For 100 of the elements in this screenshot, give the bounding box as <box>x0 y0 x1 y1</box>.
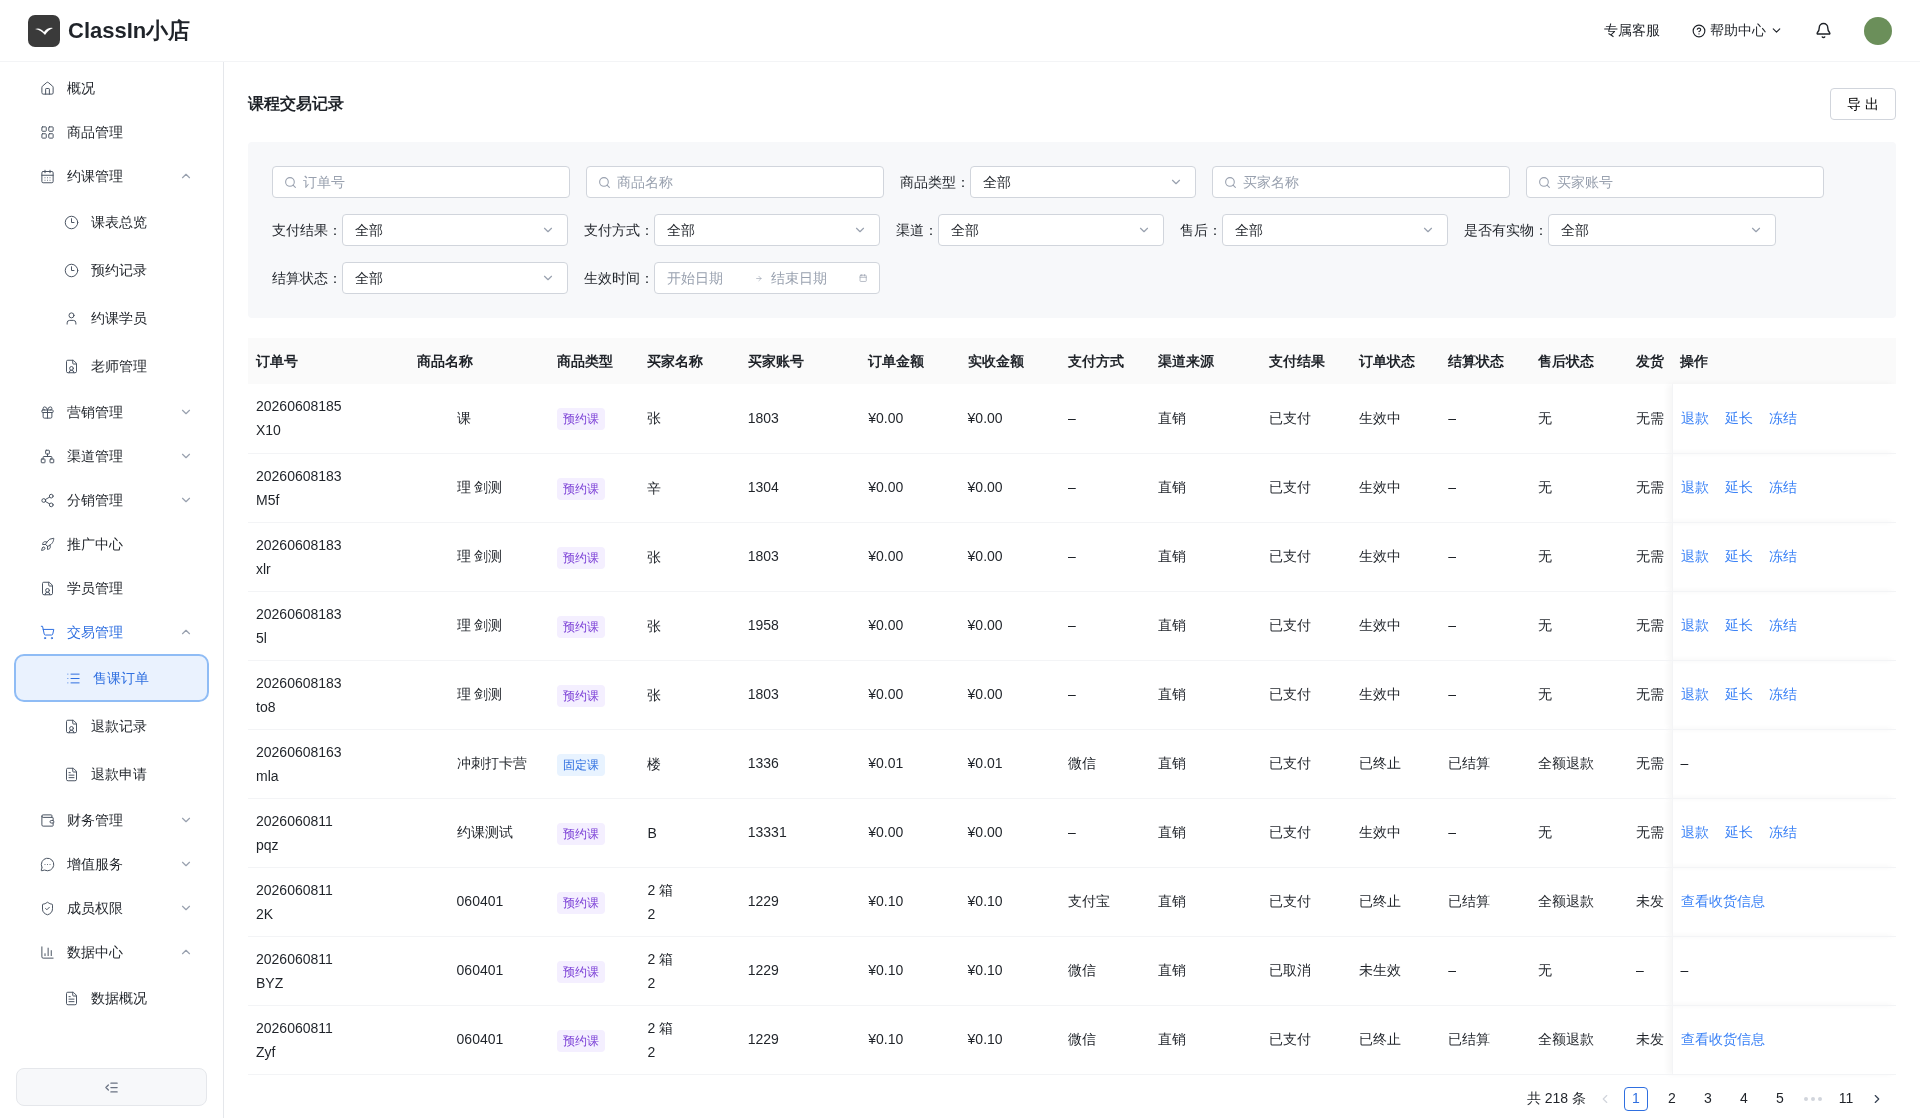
table-cell: 直销 <box>1150 522 1261 591</box>
action-link[interactable]: 延长 <box>1724 684 1753 705</box>
sidebar-item[interactable]: 增值服务 <box>0 842 223 886</box>
sidebar-subitem[interactable]: 老师管理 <box>0 342 223 390</box>
sidebar-item[interactable]: 分销管理 <box>0 478 223 522</box>
action-link[interactable]: 查看收货信息 <box>1680 1029 1765 1050</box>
table-cell: 2 箱 2 <box>639 867 740 936</box>
select-field[interactable]: 全部 <box>342 262 568 294</box>
select-field[interactable]: 全部 <box>342 214 568 246</box>
sidebar-subitem[interactable]: 退款申请 <box>0 750 223 798</box>
sidebar-item[interactable]: 概况 <box>0 66 223 110</box>
page-button[interactable]: 4 <box>1732 1086 1756 1111</box>
table-cell: ¥0.10 <box>860 867 960 936</box>
select-field[interactable]: 全部 <box>654 214 880 246</box>
action-link[interactable]: 延长 <box>1724 546 1753 567</box>
table-cell: 1958 <box>739 591 861 660</box>
table-cell: ¥0.00 <box>860 522 960 591</box>
sidebar-subitem[interactable]: 退款记录 <box>0 702 223 750</box>
table-cell: 无需 <box>1627 798 1673 867</box>
action-link[interactable]: 延长 <box>1724 822 1753 843</box>
table-cell: 已结算 <box>1440 867 1530 936</box>
sidebar-item[interactable]: 约课管理 <box>0 154 223 198</box>
table-cell: 未生效 <box>1350 936 1441 1005</box>
filter-label: 是否有实物： <box>1464 220 1548 240</box>
date-range-field[interactable]: 开始日期 结束日期 <box>654 262 880 294</box>
action-link[interactable]: 冻结 <box>1768 477 1797 498</box>
sidebar-subitem[interactable]: 预约记录 <box>0 246 223 294</box>
sidebar-item[interactable]: 财务管理 <box>0 798 223 842</box>
page-button[interactable]: 3 <box>1696 1086 1720 1111</box>
page-button[interactable]: 1 <box>1624 1086 1648 1111</box>
search-field[interactable]: 买家名称 <box>1212 166 1510 198</box>
action-link[interactable]: 冻结 <box>1768 684 1797 705</box>
page-button[interactable]: 5 <box>1768 1086 1792 1111</box>
sidebar-subitem[interactable]: 售课订单 <box>14 654 209 702</box>
export-button[interactable]: 导 出 <box>1830 88 1896 120</box>
help-center-link[interactable]: 帮助中心 <box>1710 20 1766 41</box>
action-link[interactable]: 冻结 <box>1768 546 1797 567</box>
action-link[interactable]: 退款 <box>1680 615 1709 636</box>
product-type-tag: 预约课 <box>557 684 606 707</box>
column-header: 发货 <box>1627 338 1673 384</box>
table-cell: 无 <box>1529 798 1628 867</box>
clock-icon <box>64 214 79 230</box>
sidebar-item[interactable]: 渠道管理 <box>0 434 223 478</box>
table-cell-text: – <box>1680 961 1689 980</box>
action-link[interactable]: 冻结 <box>1768 615 1797 636</box>
action-link[interactable]: 延长 <box>1724 615 1753 636</box>
cart-icon <box>40 624 55 640</box>
table-cell: 张 <box>639 660 740 729</box>
action-link[interactable]: 延长 <box>1724 477 1753 498</box>
select-field[interactable]: 全部 <box>1222 214 1448 246</box>
action-link[interactable]: 退款 <box>1680 684 1709 705</box>
sidebar-item[interactable]: 营销管理 <box>0 390 223 434</box>
sidebar-item[interactable]: 学员管理 <box>0 566 223 610</box>
table-cell: – <box>1627 936 1673 1005</box>
sidebar-subitem[interactable]: 数据概况 <box>0 974 223 1022</box>
select-field[interactable]: 全部 <box>1548 214 1776 246</box>
select-field[interactable]: 全部 <box>970 166 1196 198</box>
table-cell: 课 <box>408 384 550 453</box>
avatar[interactable] <box>1864 16 1892 45</box>
table-cell: – <box>1440 384 1530 453</box>
page-button[interactable]: 2 <box>1660 1086 1684 1111</box>
sidebar-item[interactable]: 数据中心 <box>0 930 223 974</box>
end-date-field[interactable]: 结束日期 <box>770 267 851 289</box>
table-cell: 2 箱 2 <box>639 936 740 1005</box>
search-field[interactable]: 订单号 <box>272 166 570 198</box>
customer-service-link[interactable]: 专属客服 <box>1604 20 1660 41</box>
bell-icon[interactable] <box>1815 22 1832 39</box>
table-cell: – <box>1440 936 1530 1005</box>
sidebar-item[interactable]: 推广中心 <box>0 522 223 566</box>
help-icon[interactable] <box>1692 23 1706 38</box>
table-cell: 已支付 <box>1260 522 1351 591</box>
action-link[interactable]: 查看收货信息 <box>1680 891 1765 912</box>
table-cell: 已支付 <box>1260 867 1351 936</box>
table-cell: 生效中 <box>1350 798 1441 867</box>
table-cell: 无需 <box>1627 591 1673 660</box>
action-link[interactable]: 退款 <box>1680 822 1709 843</box>
table-cell: 直销 <box>1150 660 1261 729</box>
sidebar-item[interactable]: 商品管理 <box>0 110 223 154</box>
page-button[interactable]: 11 <box>1834 1086 1858 1111</box>
start-date-field[interactable]: 开始日期 <box>667 267 747 289</box>
select-field[interactable]: 全部 <box>938 214 1164 246</box>
search-field[interactable]: 买家账号 <box>1526 166 1824 198</box>
action-link[interactable]: 延长 <box>1724 407 1753 429</box>
search-field[interactable]: 商品名称 <box>586 166 884 198</box>
table-cell: 20260608163 mla <box>248 729 409 798</box>
action-link[interactable]: 冻结 <box>1768 407 1797 429</box>
action-link[interactable]: 退款 <box>1680 546 1709 567</box>
ellipsis-icon[interactable] <box>1804 1096 1822 1101</box>
table-cell: 已终止 <box>1350 1005 1441 1074</box>
action-link[interactable]: 冻结 <box>1768 822 1797 843</box>
action-link[interactable]: 退款 <box>1680 407 1709 429</box>
sidebar-item[interactable]: 交易管理 <box>0 610 223 654</box>
action-link[interactable]: 退款 <box>1680 477 1709 498</box>
calendar-icon <box>858 271 867 285</box>
sidebar-subitem[interactable]: 约课学员 <box>0 294 223 342</box>
sidebar-subitem[interactable]: 课表总览 <box>0 198 223 246</box>
sidebar-item[interactable]: 成员权限 <box>0 886 223 930</box>
table-cell: ¥0.00 <box>959 660 1060 729</box>
table-cell: – <box>1059 798 1151 867</box>
table-cell: – <box>1440 798 1530 867</box>
